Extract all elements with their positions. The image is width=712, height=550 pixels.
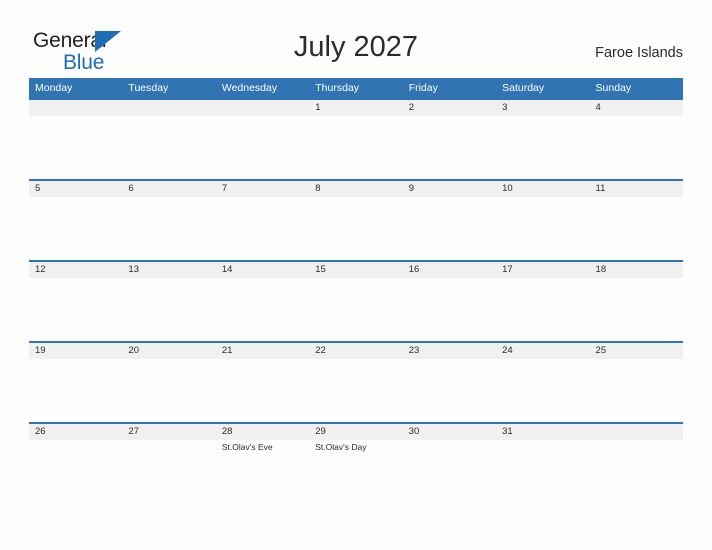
weekday-header-monday: Monday: [35, 82, 73, 94]
day-number: 12: [35, 264, 46, 275]
weekday-header-saturday: Saturday: [502, 82, 545, 94]
week-row: 12 13 14 15 16 17 18: [29, 260, 683, 341]
day-number: 20: [128, 345, 139, 356]
day-cell[interactable]: 11: [590, 181, 683, 260]
day-number: 26: [35, 426, 46, 437]
day-cell[interactable]: 26: [29, 424, 122, 503]
day-cell[interactable]: 16: [403, 262, 496, 341]
day-number: 22: [315, 345, 326, 356]
week-row: 26 27 28 St.Olav's Eve 29 St.Olav's Day …: [29, 422, 683, 503]
day-cell[interactable]: 24: [496, 343, 589, 422]
day-cell[interactable]: 8: [309, 181, 402, 260]
day-cell[interactable]: 18: [590, 262, 683, 341]
day-number: 6: [128, 183, 134, 194]
day-number: 1: [315, 102, 321, 113]
day-number: 13: [128, 264, 139, 275]
day-cell[interactable]: 25: [590, 343, 683, 422]
day-cell[interactable]: 30: [403, 424, 496, 503]
day-number: 3: [502, 102, 508, 113]
weekday-header-wednesday: Wednesday: [221, 82, 278, 94]
day-cell[interactable]: 20: [122, 343, 215, 422]
week-row: 5 6 7 8 9 10 11: [29, 179, 683, 260]
day-cell[interactable]: 1: [309, 100, 402, 179]
day-cell[interactable]: 3: [496, 100, 589, 179]
day-cell[interactable]: 2: [403, 100, 496, 179]
day-number: 9: [408, 183, 414, 194]
day-number: 4: [595, 102, 601, 113]
day-cell[interactable]: 27: [122, 424, 215, 503]
day-number: 23: [408, 345, 420, 356]
day-cell[interactable]: 6: [122, 181, 215, 260]
day-number: 25: [595, 345, 607, 356]
day-cell[interactable]: 31: [496, 424, 589, 503]
day-number: 10: [502, 183, 513, 194]
day-number: 28: [221, 426, 233, 437]
day-cell[interactable]: 4: [590, 100, 683, 179]
day-number: 18: [595, 264, 607, 275]
day-cell[interactable]: 14: [216, 262, 309, 341]
day-number: 14: [221, 264, 233, 275]
day-cell[interactable]: 9: [403, 181, 496, 260]
day-number: 29: [315, 426, 326, 437]
day-number: 31: [502, 426, 513, 437]
day-number: 30: [408, 426, 420, 437]
day-number: 17: [502, 264, 513, 275]
weekday-header-sunday: Sunday: [595, 82, 632, 94]
day-cell[interactable]: 17: [496, 262, 589, 341]
day-number: 21: [221, 345, 233, 356]
day-cell[interactable]: 19: [29, 343, 122, 422]
day-cell[interactable]: 28 St.Olav's Eve: [216, 424, 309, 503]
day-cell[interactable]: 7: [216, 181, 309, 260]
day-number: 15: [315, 264, 326, 275]
day-cell[interactable]: [216, 100, 309, 179]
day-event-label: St.Olav's Day: [315, 442, 367, 452]
day-cell[interactable]: [29, 100, 122, 179]
page-header: General Blue July 2027 Faroe Islands: [0, 0, 712, 78]
day-cell[interactable]: 21: [216, 343, 309, 422]
day-number: 19: [35, 345, 46, 356]
day-number: 2: [408, 102, 414, 113]
week-row: 1 2 3 4: [29, 98, 683, 179]
week-row: 19 20 21 22 23 24 25: [29, 341, 683, 422]
day-number: 5: [35, 183, 41, 194]
day-number: 8: [315, 183, 321, 194]
day-cell[interactable]: [590, 424, 683, 503]
day-number: 11: [595, 183, 606, 194]
day-cell[interactable]: 15: [309, 262, 402, 341]
region-label: Faroe Islands: [595, 45, 683, 61]
day-number: 16: [408, 264, 420, 275]
calendar-grid: Monday Tuesday Wednesday Thursday Friday…: [29, 78, 683, 503]
weekday-header-tuesday: Tuesday: [128, 82, 169, 94]
day-cell[interactable]: 12: [29, 262, 122, 341]
weekday-header-friday: Friday: [408, 82, 438, 94]
day-cell[interactable]: 5: [29, 181, 122, 260]
day-event-label: St.Olav's Eve: [221, 442, 273, 452]
day-number: 7: [221, 183, 228, 194]
day-number: 27: [128, 426, 139, 437]
day-cell[interactable]: 22: [309, 343, 402, 422]
day-cell[interactable]: 10: [496, 181, 589, 260]
day-cell[interactable]: [122, 100, 215, 179]
day-number: 24: [502, 345, 513, 356]
day-cell[interactable]: 23: [403, 343, 496, 422]
day-cell[interactable]: 13: [122, 262, 215, 341]
day-cell[interactable]: 29 St.Olav's Day: [309, 424, 402, 503]
weekday-header-row: Monday Tuesday Wednesday Thursday Friday…: [29, 78, 683, 98]
weekday-header-thursday: Thursday: [315, 82, 360, 94]
